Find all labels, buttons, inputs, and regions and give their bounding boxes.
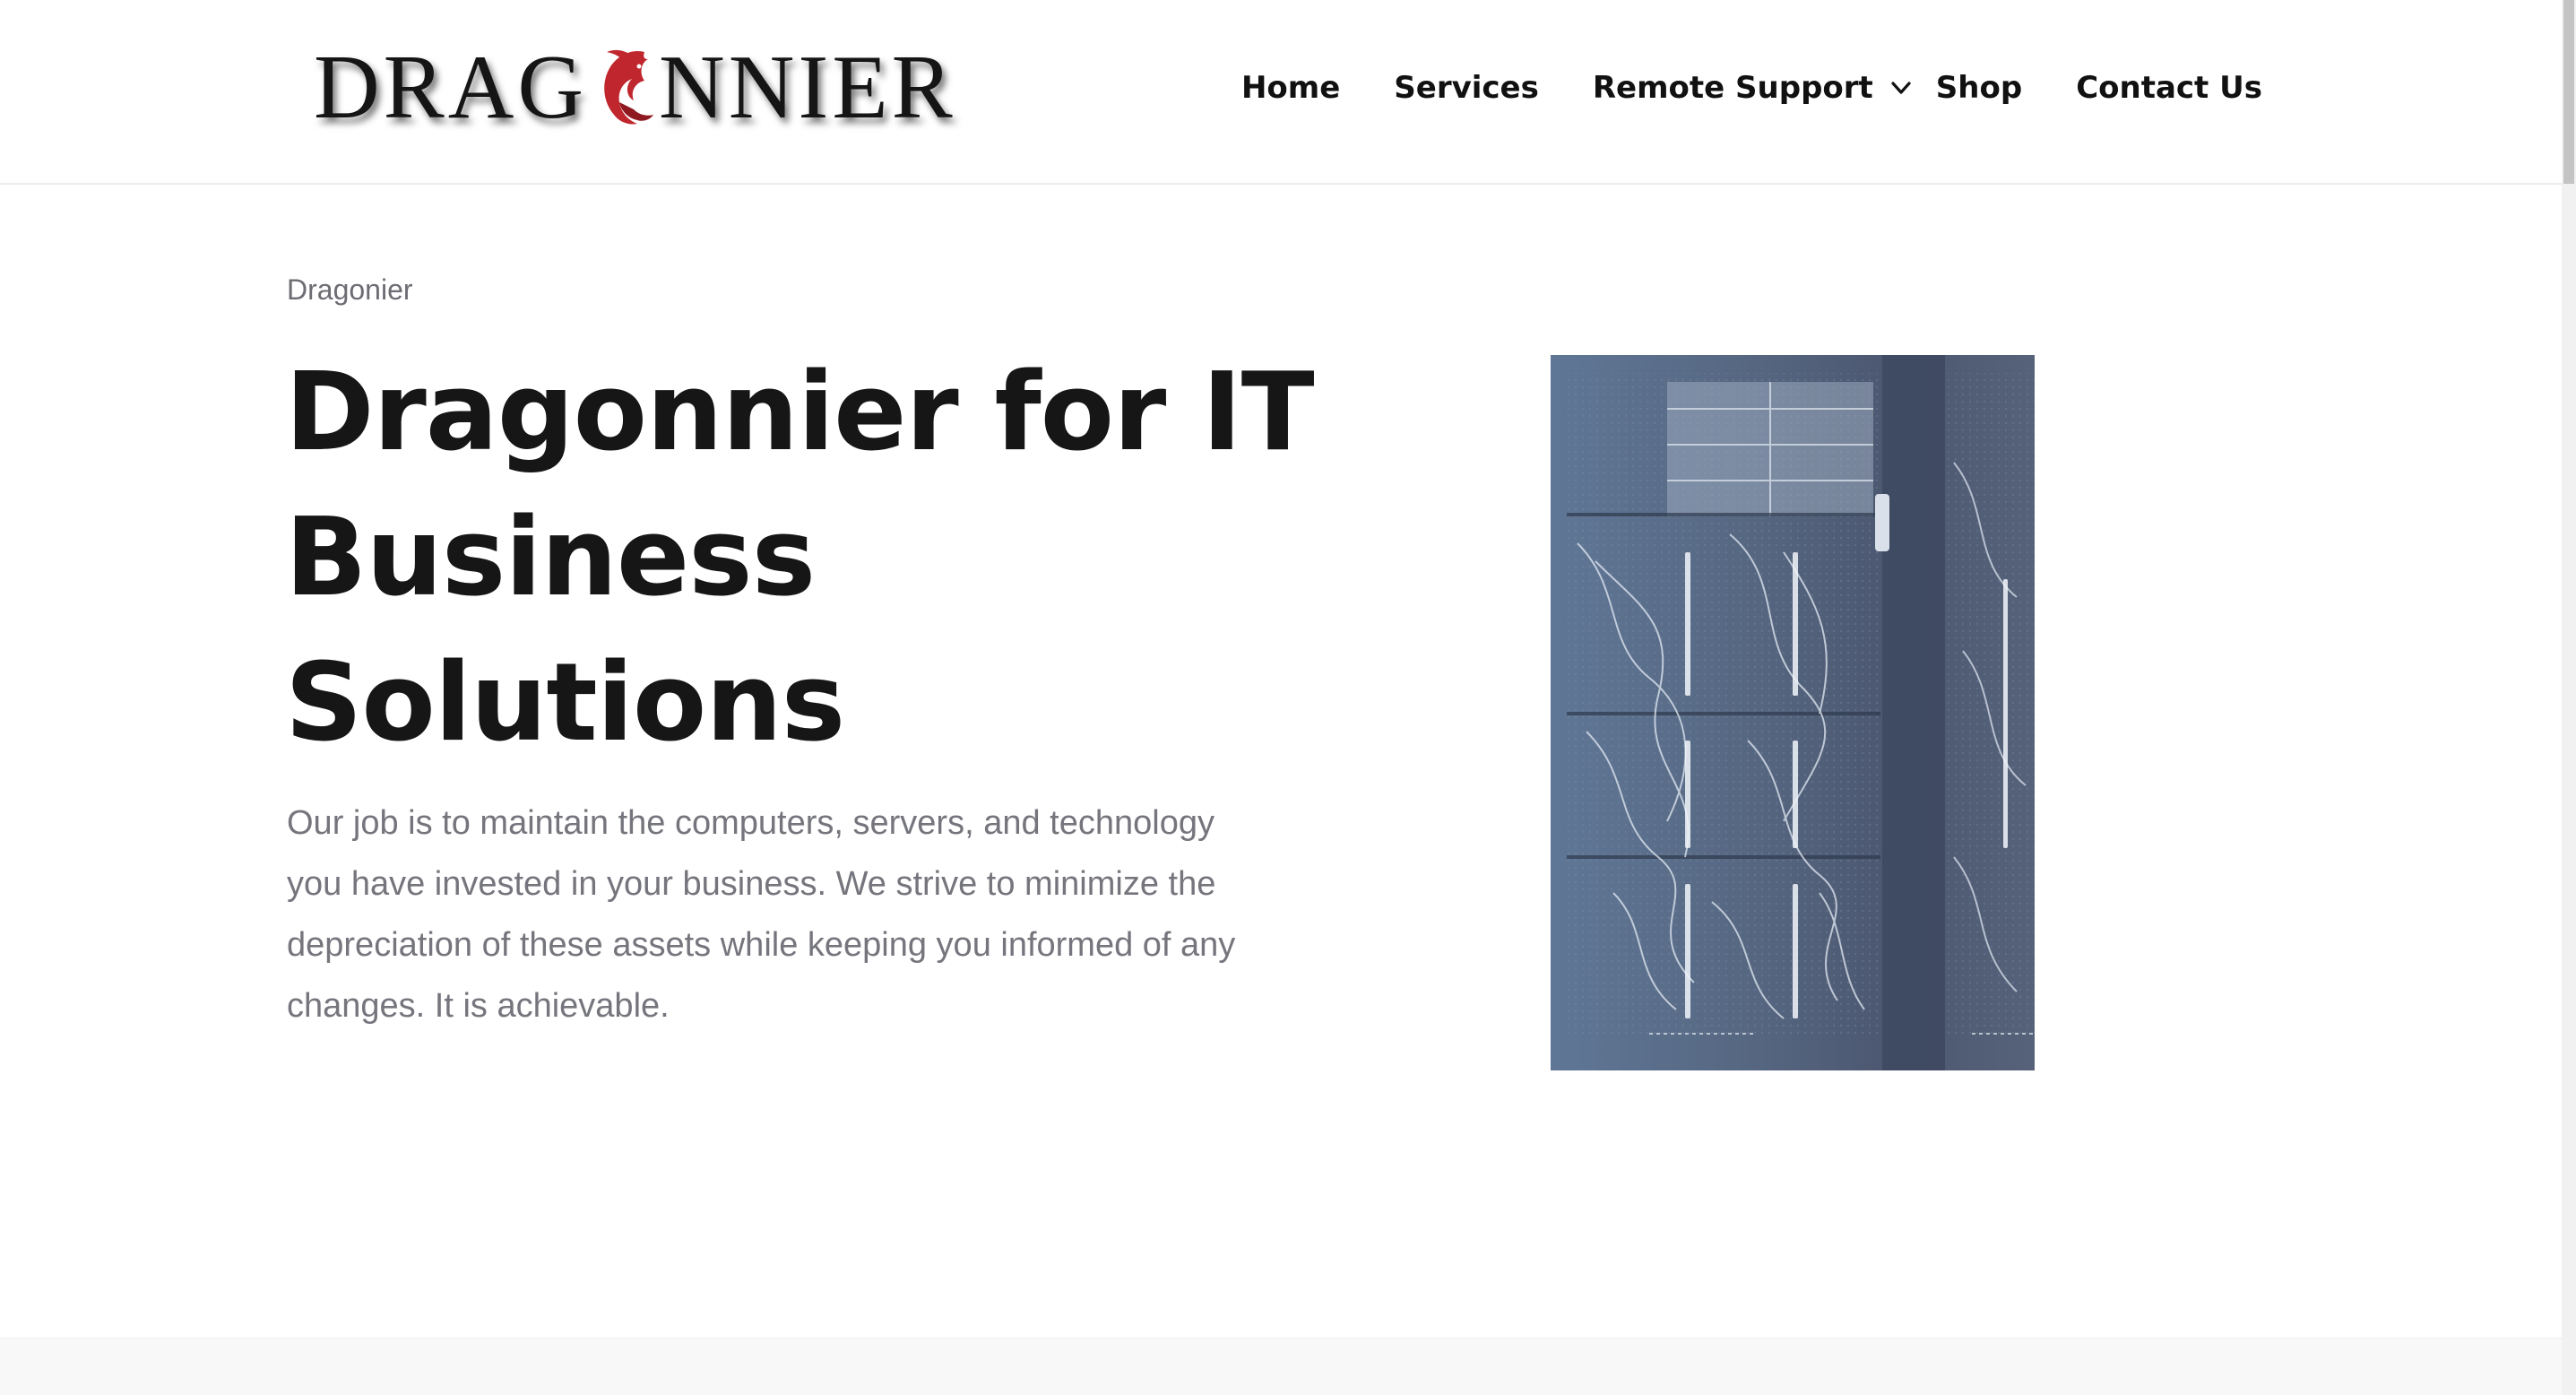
- headline-line-2: Business: [285, 496, 816, 620]
- hero-eyebrow: Dragonier: [287, 273, 413, 306]
- site-logo[interactable]: DRAG NNIER: [314, 34, 956, 142]
- logo-text-right: NNIER: [659, 37, 956, 138]
- nav-services[interactable]: Services: [1394, 70, 1539, 106]
- hero-headline: Dragonnier for IT Business Solutions: [285, 341, 1316, 776]
- logo-text-left: DRAG: [314, 37, 588, 138]
- vertical-scrollbar[interactable]: [2562, 0, 2576, 1395]
- nav-contact-us[interactable]: Contact Us: [2076, 70, 2262, 106]
- nav-remote-support-label: Remote Support: [1592, 70, 1873, 106]
- server-rack-illustration: [1551, 355, 2035, 1070]
- hero-body-text: Our job is to maintain the computers, se…: [287, 804, 1236, 1025]
- nav-remote-support[interactable]: Remote Support: [1592, 70, 1911, 106]
- nav-shop[interactable]: Shop: [1936, 70, 2022, 106]
- footer-band: [0, 1338, 2562, 1395]
- nav-contact-us-label: Contact Us: [2076, 70, 2262, 106]
- nav-shop-label: Shop: [1935, 70, 2023, 106]
- server-rack-image: [1551, 355, 2035, 1070]
- nav-services-label: Services: [1394, 70, 1539, 106]
- headline-line-3: Solutions: [285, 641, 845, 766]
- nav-home-label: Home: [1240, 70, 1341, 106]
- chevron-down-icon[interactable]: [1888, 74, 1915, 101]
- site-header: DRAG NNIER Home Services Remote Support: [0, 0, 2562, 185]
- headline-line-1: Dragonnier for IT: [285, 351, 1315, 475]
- main-nav: Home Services Remote Support Shop Contac…: [1241, 59, 2262, 117]
- page: DRAG NNIER Home Services Remote Support: [0, 0, 2576, 1395]
- dragon-icon: [604, 49, 654, 125]
- nav-home[interactable]: Home: [1241, 70, 1340, 106]
- scrollbar-thumb[interactable]: [2563, 0, 2574, 184]
